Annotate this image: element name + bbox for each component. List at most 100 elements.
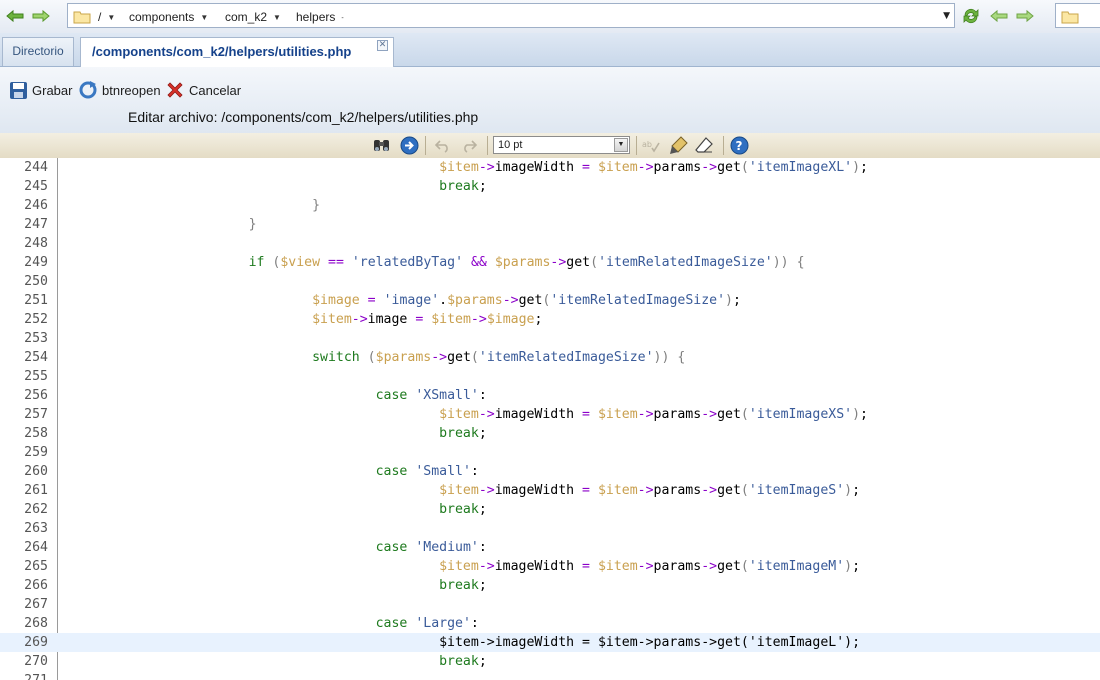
tab-directorio[interactable]: Directorio (2, 37, 74, 66)
chevron-down-icon: ▼ (273, 13, 281, 22)
code-line[interactable]: 257 $item->imageWidth = $item->params->g… (0, 405, 1100, 424)
code-token: ; (478, 502, 487, 517)
code-editor[interactable]: 244 $item->imageWidth = $item->params->g… (0, 158, 1100, 680)
code-line[interactable]: 244 $item->imageWidth = $item->params->g… (0, 158, 1100, 177)
code-line[interactable]: 266 break; (0, 576, 1100, 595)
code-line[interactable]: 248 (0, 234, 1100, 253)
code-token: ; (860, 407, 868, 422)
code-line[interactable]: 271 (0, 671, 1100, 680)
cancel-button[interactable]: Cancelar (165, 79, 241, 101)
code-line[interactable]: 267 (0, 595, 1100, 614)
code-token: ) (844, 483, 853, 498)
code-token: : (478, 540, 487, 555)
code-line[interactable]: 262 break; (0, 500, 1100, 519)
breadcrumb-helpers[interactable]: helpers - (296, 9, 344, 25)
path-dropdown-icon[interactable]: ▼ (943, 11, 950, 21)
search-input[interactable] (1055, 3, 1100, 28)
redo-icon[interactable] (460, 136, 479, 155)
code-line[interactable]: 268 case 'Large': (0, 614, 1100, 633)
code-token: $item (597, 635, 638, 650)
code-line[interactable]: 245 break; (0, 177, 1100, 196)
code-line[interactable]: 253 (0, 329, 1100, 348)
line-number: 260 (24, 464, 48, 479)
code-token: -> (637, 160, 654, 175)
goto-line-icon[interactable] (400, 136, 419, 155)
line-text: case 'XSmall': (58, 386, 487, 405)
address-bar: / ▼ components ▼ com_k2 ▼ helpers - ▼ (0, 0, 1100, 34)
code-line[interactable]: 259 (0, 443, 1100, 462)
code-line[interactable]: 270 break; (0, 652, 1100, 671)
code-line[interactable]: 246 } (0, 196, 1100, 215)
code-line[interactable]: 256 case 'XSmall': (0, 386, 1100, 405)
tab-utilities-php[interactable]: /components/com_k2/helpers/utilities.php (80, 37, 394, 67)
forward-arrow-icon-2[interactable] (1016, 9, 1034, 23)
code-token: )) (653, 350, 670, 365)
code-token: case (375, 388, 408, 403)
code-token: $item (597, 559, 638, 574)
code-line[interactable]: 247 } (0, 215, 1100, 234)
code-line[interactable]: 269 $item->imageWidth = $item->params->g… (0, 633, 1100, 652)
code-line[interactable]: 260 case 'Small': (0, 462, 1100, 481)
code-line[interactable]: 265 $item->imageWidth = $item->params->g… (0, 557, 1100, 576)
forward-arrow-icon[interactable] (32, 9, 50, 23)
code-line[interactable]: 250 (0, 272, 1100, 291)
chevron-down-icon: ▼ (200, 13, 209, 22)
code-token: $params (447, 293, 503, 308)
code-token: ( (367, 350, 376, 365)
code-token: params (653, 483, 702, 498)
code-token: $item (439, 407, 479, 422)
line-number: 247 (24, 217, 48, 232)
breadcrumb-components[interactable]: components ▼ (129, 9, 208, 25)
line-number: 258 (24, 426, 48, 441)
code-token: get (717, 160, 741, 175)
close-icon[interactable]: ✕ (377, 40, 388, 51)
refresh-icon[interactable] (961, 6, 981, 26)
code-line[interactable]: 251 $image = 'image'.$params->get('itemR… (0, 291, 1100, 310)
code-token: break (439, 654, 479, 669)
breadcrumb-com-k2[interactable]: com_k2 ▼ (225, 9, 281, 25)
breadcrumb-root[interactable]: / ▼ (98, 9, 115, 25)
code-line[interactable]: 258 break; (0, 424, 1100, 443)
code-line[interactable]: 254 switch ($params->get('itemRelatedIma… (0, 348, 1100, 367)
undo-icon[interactable] (433, 136, 452, 155)
code-token: ( (590, 255, 599, 270)
code-line[interactable]: 263 (0, 519, 1100, 538)
spellcheck-icon[interactable]: ab (641, 136, 660, 155)
code-token: $item (312, 312, 352, 327)
code-token: $image (486, 312, 535, 327)
code-line[interactable]: 264 case 'Medium': (0, 538, 1100, 557)
code-token: 'Small' (415, 464, 471, 479)
code-token: $params (494, 255, 551, 270)
code-token: ) (844, 559, 853, 574)
code-token: break (439, 179, 479, 194)
code-line[interactable]: 249 if ($view == 'relatedByTag' && $para… (0, 253, 1100, 272)
cancel-label: Cancelar (189, 82, 242, 98)
code-token: == (328, 255, 344, 270)
eraser-icon[interactable] (695, 136, 714, 155)
font-size-select[interactable]: 10 pt ▼ (493, 136, 630, 154)
path-input[interactable]: / ▼ components ▼ com_k2 ▼ helpers - ▼ (67, 3, 955, 28)
back-arrow-icon[interactable] (6, 9, 24, 23)
code-line[interactable]: 255 (0, 367, 1100, 386)
code-token: -> (478, 635, 495, 650)
help-icon[interactable]: ? (730, 136, 749, 155)
reopen-button[interactable]: btnreopen (78, 79, 161, 101)
code-line[interactable]: 252 $item->image = $item->$image; (0, 310, 1100, 329)
code-token: -> (351, 312, 368, 327)
reopen-icon (79, 81, 97, 99)
code-line[interactable]: 261 $item->imageWidth = $item->params->g… (0, 481, 1100, 500)
code-token: 'Large' (415, 616, 471, 631)
save-button[interactable]: Grabar (9, 79, 72, 101)
line-text: case 'Small': (58, 462, 479, 481)
code-token: $image (312, 293, 360, 308)
search-binoculars-icon[interactable] (372, 136, 391, 155)
back-arrow-icon-2[interactable] (990, 9, 1008, 23)
line-number: 249 (24, 255, 48, 270)
highlight-brush-icon[interactable] (669, 136, 688, 155)
code-token: -> (470, 312, 487, 327)
